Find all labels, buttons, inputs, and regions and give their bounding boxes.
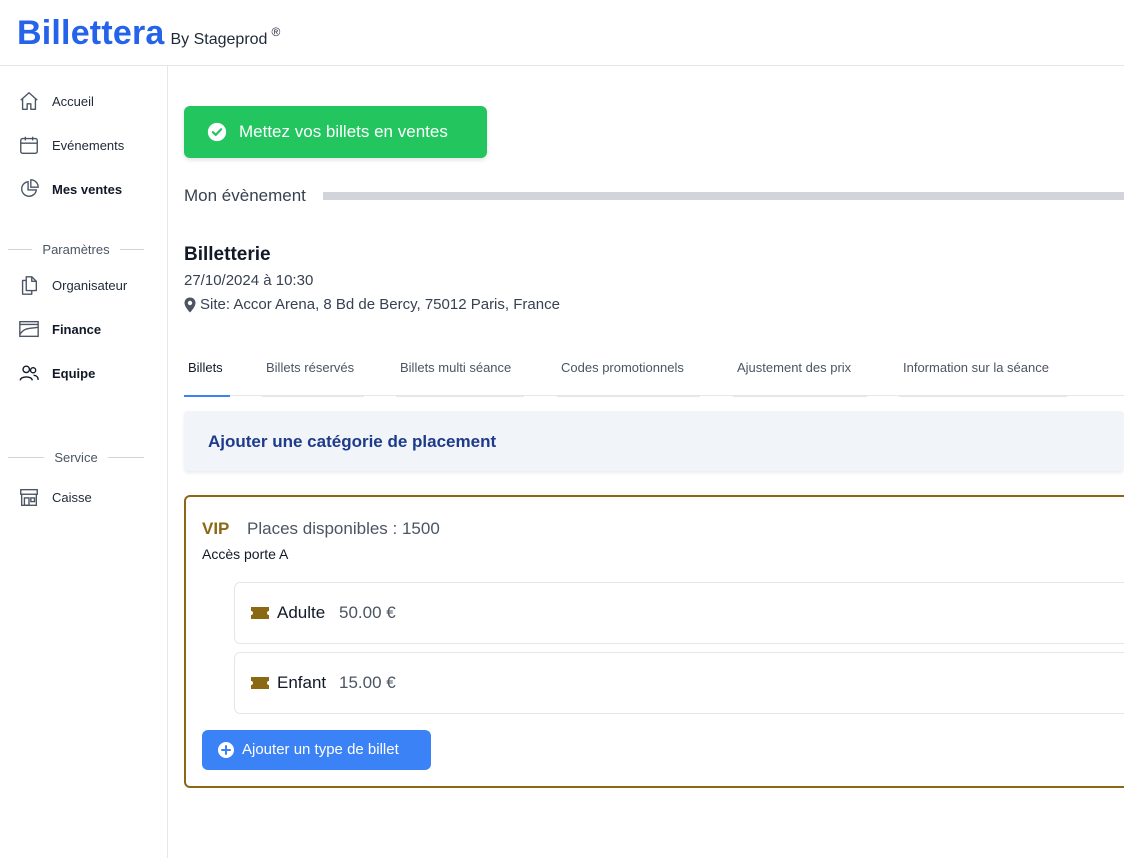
brand-subtitle: By Stageprod (170, 31, 268, 48)
tab-underline (557, 396, 700, 397)
tab-billets[interactable]: Billets (184, 354, 230, 397)
sidebar-item-mes-ventes[interactable]: Mes ventes (0, 171, 167, 207)
ticket-name: Enfant (277, 673, 327, 692)
tab-information-seance[interactable]: Information sur la séance (899, 354, 1067, 397)
ticket-icon (251, 677, 269, 689)
category-card: VIP Places disponibles : 1500 Accès port… (184, 495, 1124, 788)
main-content: Mettez vos billets en ventes Mon évèneme… (168, 66, 1124, 858)
sell-tickets-label: Mettez vos billets en ventes (239, 122, 448, 141)
divider (8, 248, 33, 250)
section-service: Service (8, 448, 145, 466)
sidebar-item-label: Finance (52, 321, 102, 337)
tab-label: Billets multi séance (400, 360, 512, 375)
event-site: Site: Accor Arena, 8 Bd de Bercy, 75012 … (184, 296, 560, 313)
section-title: Service (54, 449, 98, 465)
tab-underline (184, 395, 230, 397)
tab-underline (733, 396, 867, 397)
brand-registered: ® (271, 25, 281, 39)
divider (107, 456, 145, 458)
ticket-type-row[interactable]: Adulte 50.00 € (234, 582, 1124, 644)
tab-bar: Billets Billets réservés Billets multi s… (184, 354, 1124, 397)
tab-label: Billets (188, 360, 223, 375)
add-ticket-type-button[interactable]: Ajouter un type de billet (202, 730, 431, 770)
tab-billets-reserves[interactable]: Billets réservés (262, 354, 364, 397)
tab-underline (899, 396, 1067, 397)
tab-underline (262, 396, 364, 397)
sidebar-item-label: Mes ventes (52, 181, 123, 197)
event-date: 27/10/2024 à 10:30 (184, 272, 314, 289)
tab-label: Information sur la séance (903, 360, 1049, 375)
documents-icon (21, 276, 38, 295)
home-icon (20, 92, 38, 110)
sidebar-item-finance[interactable]: Finance (0, 311, 167, 347)
sidebar-item-label: Organisateur (52, 277, 128, 293)
tab-label: Codes promotionnels (561, 360, 684, 375)
category-description: Accès porte A (202, 546, 289, 562)
event-site-text: Site: Accor Arena, 8 Bd de Bercy, 75012 … (200, 296, 560, 313)
category-name: VIP (202, 519, 230, 538)
sidebar-item-caisse[interactable]: Caisse (0, 479, 167, 515)
ticket-price: 50.00 € (339, 603, 396, 622)
tab-label: Billets réservés (266, 360, 355, 375)
category-places: Places disponibles : 1500 (247, 519, 440, 538)
sidebar-item-label: Equipe (52, 365, 96, 381)
ticket-type-row[interactable]: Enfant 15.00 € (234, 652, 1124, 714)
sidebar: Accueil Evénements Mes ventes Paramètres… (0, 66, 168, 858)
plus-circle-icon (218, 742, 234, 758)
event-heading-row: Mon évènement (184, 186, 1124, 208)
tab-label: Ajustement des prix (737, 360, 852, 375)
divider (119, 248, 145, 250)
tab-ajustement-prix[interactable]: Ajustement des prix (733, 354, 867, 397)
users-icon (19, 365, 39, 381)
ticket-icon (251, 607, 269, 619)
sidebar-item-label: Caisse (52, 489, 92, 505)
sidebar-item-equipe[interactable]: Equipe (0, 355, 167, 391)
section-title: Paramètres (42, 241, 110, 257)
section-parametres: Paramètres (8, 240, 145, 258)
sell-tickets-button[interactable]: Mettez vos billets en ventes (184, 106, 487, 158)
check-circle-icon (207, 122, 227, 142)
finance-icon (19, 320, 39, 338)
add-category-label: Ajouter une catégorie de placement (208, 432, 497, 451)
ticket-price: 15.00 € (339, 673, 396, 692)
heading-divider-bar (323, 192, 1124, 200)
sidebar-item-organisateur[interactable]: Organisateur (0, 267, 167, 303)
event-heading: Mon évènement (184, 186, 306, 205)
ticket-name: Adulte (277, 603, 326, 622)
map-pin-icon (184, 297, 196, 312)
store-icon (20, 488, 38, 506)
calendar-icon (20, 136, 38, 154)
app-header: Billettera By Stageprod ® (0, 0, 1124, 66)
pie-chart-icon (21, 179, 39, 197)
event-name: Billetterie (184, 244, 271, 265)
divider (8, 456, 45, 458)
tab-underline (396, 396, 524, 397)
brand-name: Billettera (17, 14, 165, 52)
sidebar-item-label: Accueil (52, 93, 94, 109)
brand-logo[interactable]: Billettera By Stageprod ® (17, 14, 280, 53)
tab-billets-multi-seance[interactable]: Billets multi séance (396, 354, 524, 397)
add-category-button[interactable]: Ajouter une catégorie de placement (184, 411, 1124, 471)
sidebar-item-accueil[interactable]: Accueil (0, 83, 167, 119)
add-ticket-type-label: Ajouter un type de billet (242, 741, 399, 758)
tab-codes-promotionnels[interactable]: Codes promotionnels (557, 354, 700, 397)
sidebar-item-label: Evénements (52, 137, 125, 153)
sidebar-item-evenements[interactable]: Evénements (0, 127, 167, 163)
